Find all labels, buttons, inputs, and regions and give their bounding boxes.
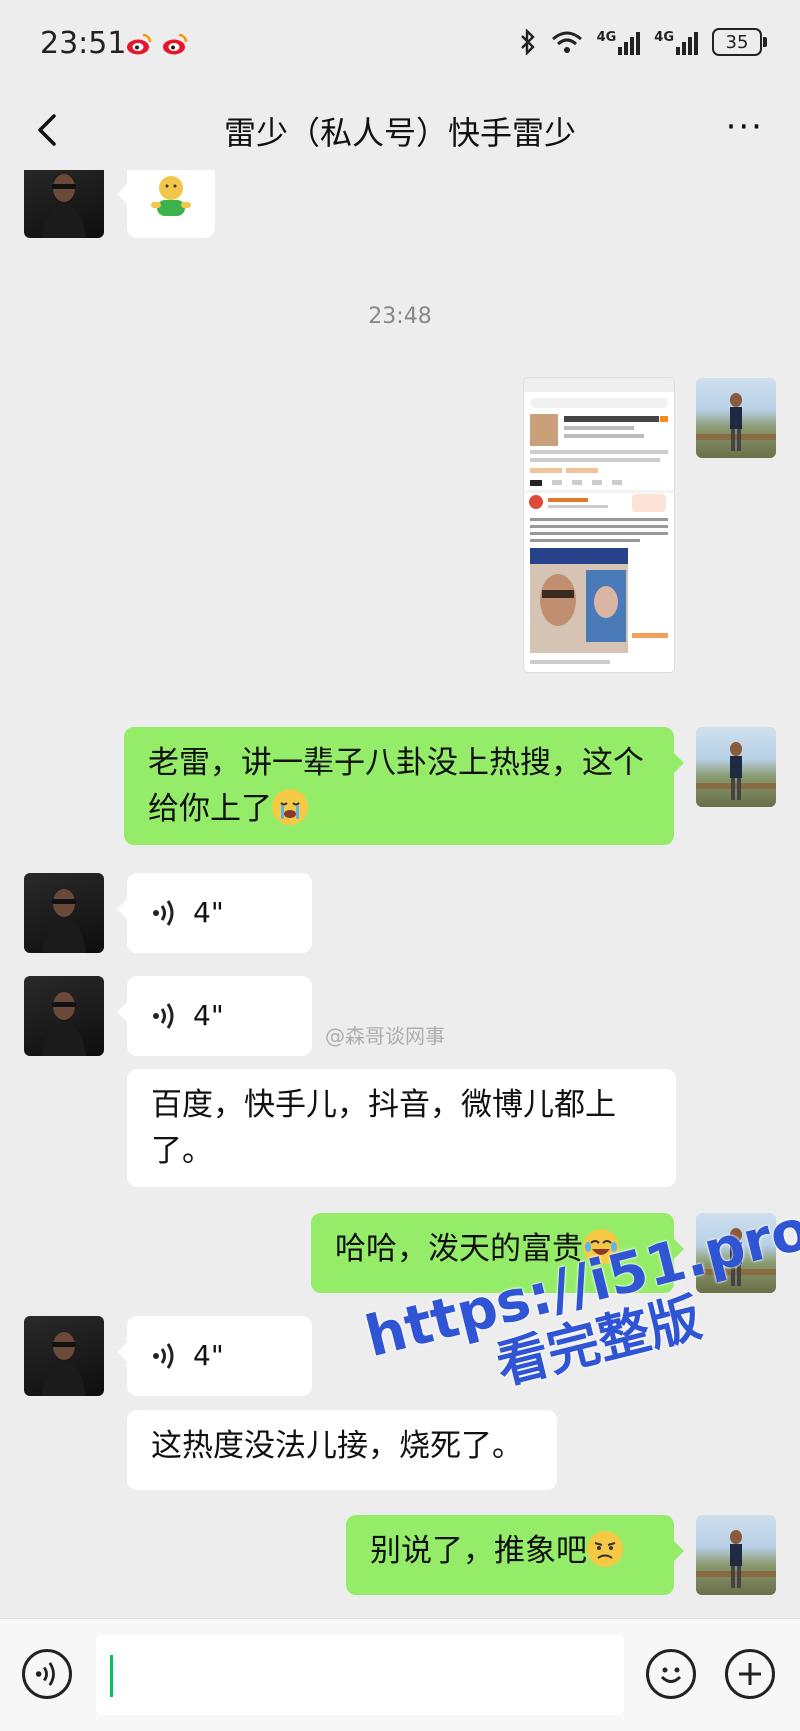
weibo-watermark: @森哥谈网事 [325, 1024, 445, 1048]
battery-indicator: 35 [712, 28, 767, 56]
voice-duration: 4" [193, 999, 224, 1032]
signal-icon: 4G [597, 30, 641, 55]
weibo-notification-icon [163, 33, 188, 55]
chat-title: 雷少（私人号）快手雷少 [223, 114, 576, 152]
voice-message[interactable]: 4" [117, 1316, 312, 1396]
text-message[interactable]: 老雷，讲一辈子八卦没上热搜，这个给你上了 [124, 727, 684, 845]
self-avatar[interactable] [696, 1515, 776, 1595]
confused-face-emoji-icon [587, 1531, 623, 1567]
contact-avatar[interactable] [24, 1316, 104, 1396]
bluetooth-icon [520, 29, 535, 55]
message-text: 这热度没法儿接，烧死了。 [151, 1428, 523, 1464]
message-list[interactable]: 23:48 老雷，讲一辈子八卦没上热搜，这个给你上了 @森哥谈网事 4" 4" … [0, 170, 800, 1618]
weibo-notification-icon [127, 33, 152, 55]
weibo-screenshot-thumbnail [524, 378, 674, 664]
voice-wave-icon [153, 900, 174, 926]
chat-timestamp: 23:48 [368, 304, 432, 329]
image-message[interactable] [524, 378, 674, 672]
status-time: 23:51 [40, 26, 127, 61]
message-text: 别说了，推象吧 [370, 1533, 587, 1569]
status-bar: 23:51 4G 4G 35 [0, 0, 800, 92]
text-caret [110, 1655, 113, 1697]
voice-duration: 4" [193, 896, 224, 929]
contact-avatar[interactable] [24, 976, 104, 1056]
wifi-icon [551, 31, 582, 53]
crying-face-emoji-icon [272, 789, 308, 825]
voice-message[interactable]: 4" [117, 873, 312, 953]
contact-avatar[interactable] [24, 170, 104, 238]
text-message[interactable]: 百度，快手儿，抖音，微博儿都上了。 [127, 1069, 676, 1187]
voice-message[interactable]: 4" [117, 976, 312, 1056]
emoji-sticker-bubble[interactable] [117, 170, 215, 238]
contact-avatar[interactable] [24, 873, 104, 953]
voice-mode-icon[interactable] [22, 1649, 72, 1699]
chat-header: 雷少（私人号）快手雷少 ··· [0, 92, 800, 170]
text-message[interactable]: 别说了，推象吧 [346, 1515, 684, 1595]
self-avatar[interactable] [696, 727, 776, 807]
emoji-icon[interactable] [646, 1649, 696, 1699]
self-avatar[interactable] [696, 378, 776, 458]
voice-duration: 4" [193, 1339, 224, 1372]
signal-icon: 4G [654, 30, 698, 55]
sticker-emoji-icon [151, 176, 191, 216]
voice-wave-icon [153, 1003, 174, 1029]
text-message[interactable]: 这热度没法儿接，烧死了。 [127, 1410, 557, 1490]
voice-wave-icon [153, 1343, 174, 1369]
message-text: 百度，快手儿，抖音，微博儿都上了。 [151, 1087, 616, 1169]
message-input[interactable] [96, 1635, 624, 1715]
message-input-bar [0, 1618, 800, 1731]
plus-icon[interactable] [725, 1649, 775, 1699]
message-text: 老雷，讲一辈子八卦没上热搜，这个给你上了 [148, 745, 644, 827]
more-options-button[interactable]: ··· [726, 110, 764, 144]
